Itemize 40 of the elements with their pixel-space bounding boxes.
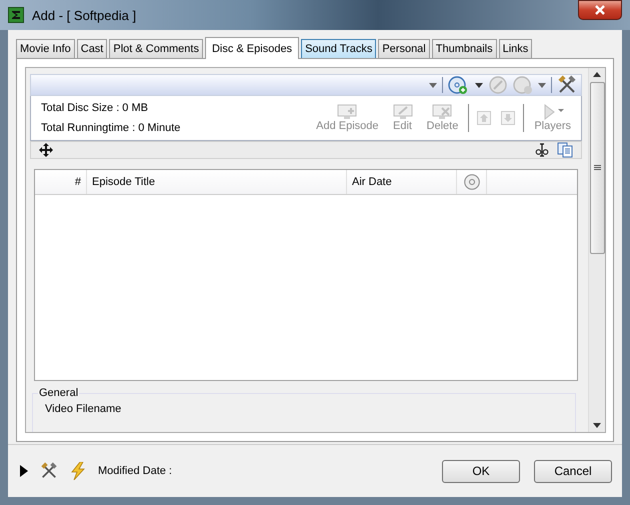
copy-icon[interactable]: [557, 142, 573, 158]
summary-text: Total Disc Size : 0 MB: [41, 102, 149, 114]
scroll-up-icon[interactable]: [593, 72, 601, 77]
dialog-button[interactable]: OK: [442, 460, 520, 482]
tab[interactable]: Movie Info: [16, 39, 75, 58]
tab[interactable]: Cast: [76, 39, 108, 58]
scroll-down-icon[interactable]: [593, 423, 601, 428]
window-title: Add - [ Softpedia ]: [32, 8, 136, 22]
dialog-button[interactable]: Cancel: [534, 460, 612, 482]
tab[interactable]: Plot & Comments: [109, 39, 203, 58]
close-icon: [594, 5, 606, 15]
dropdown-arrow-icon[interactable]: [429, 82, 437, 88]
summary-text: Total Runningtime : 0 Minute: [41, 122, 182, 134]
field-label: Video Filename: [45, 403, 122, 415]
expand-arrow-icon[interactable]: [20, 465, 28, 477]
tools-icon[interactable]: [40, 462, 58, 480]
dropdown-arrow-icon[interactable]: [475, 82, 483, 88]
tab[interactable]: Personal: [378, 39, 430, 58]
monitor-icon: [337, 104, 358, 120]
column-header[interactable]: #: [35, 170, 87, 194]
disc-add-icon[interactable]: [448, 75, 470, 95]
app-icon: [8, 7, 24, 23]
modified-date-label: Modified Date :: [98, 465, 172, 477]
tab[interactable]: Disc & Episodes: [204, 37, 300, 59]
lightning-icon[interactable]: [70, 462, 86, 480]
column-header[interactable]: Air Date: [347, 170, 457, 194]
monitor-icon: [392, 104, 413, 120]
close-button[interactable]: [578, 0, 622, 20]
scrollbar[interactable]: [588, 68, 605, 432]
group-title: General: [38, 387, 80, 399]
disc-icon: [464, 174, 480, 190]
dropdown-arrow-icon[interactable]: [538, 82, 546, 88]
column-header[interactable]: Episode Title: [87, 170, 347, 194]
tab[interactable]: Links: [498, 39, 532, 58]
tab[interactable]: Sound Tracks: [301, 39, 376, 58]
tab[interactable]: Thumbnails: [432, 39, 497, 58]
tools-icon[interactable]: [557, 75, 577, 95]
monitor-icon: [432, 104, 452, 120]
move-icon[interactable]: [39, 143, 53, 157]
scroll-thumb[interactable]: [590, 82, 604, 254]
